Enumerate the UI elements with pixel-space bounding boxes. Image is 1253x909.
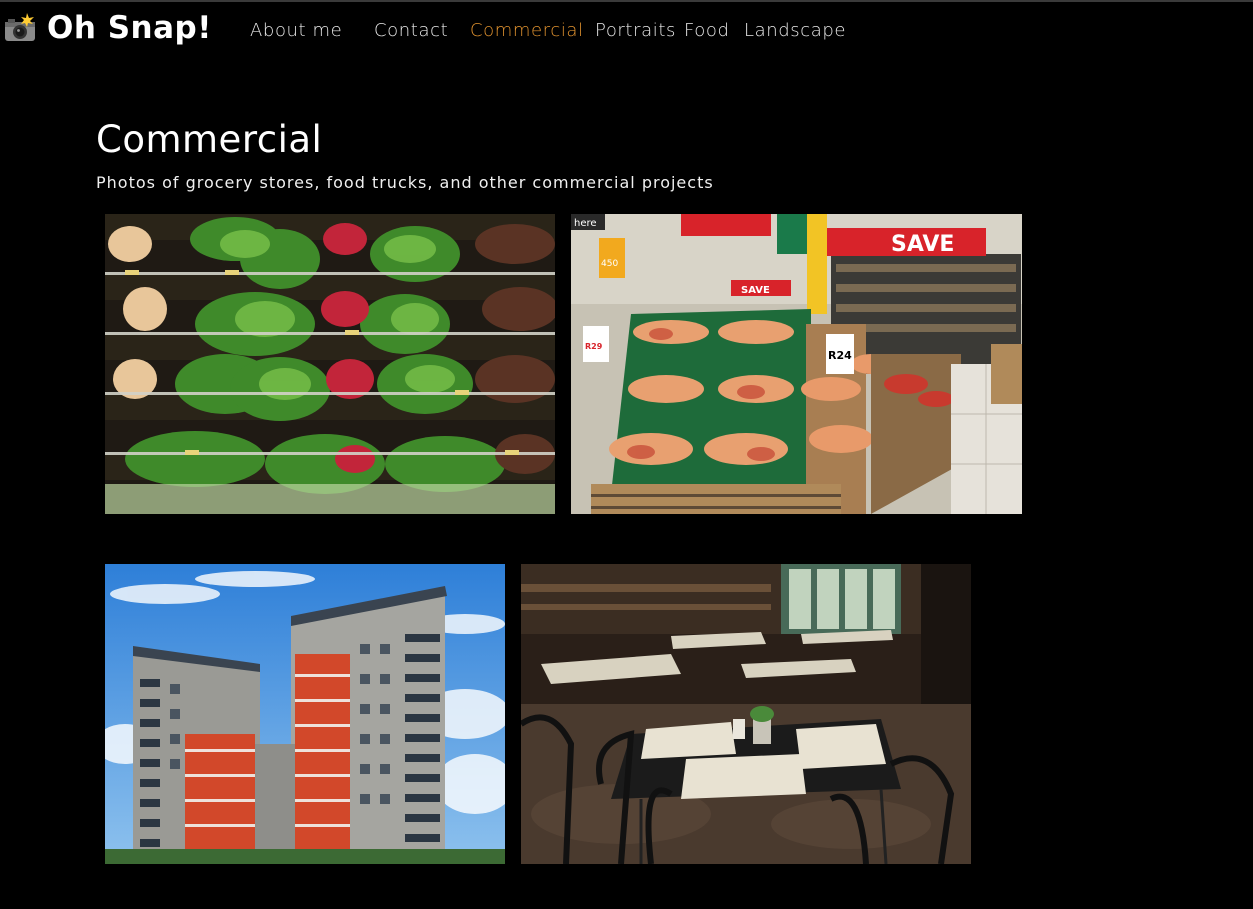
page-title: Commercial — [96, 118, 323, 161]
nav-contact[interactable]: Contact — [374, 20, 448, 41]
site-logo[interactable]: Oh Snap! — [3, 8, 212, 48]
nav-commercial[interactable]: Commercial — [470, 20, 584, 41]
save-sign-large: SAVE — [891, 232, 954, 257]
photo-produce-shelves[interactable] — [105, 214, 555, 514]
nav-food[interactable]: Food — [684, 20, 730, 41]
nav-portraits[interactable]: Portraits — [595, 20, 676, 41]
nav-landscape[interactable]: Landscape — [744, 20, 846, 41]
page-subtitle: Photos of grocery stores, food trucks, a… — [96, 173, 714, 192]
photo-supermarket-fruit[interactable]: SAVE SAVE here 450 R24 R29 — [571, 214, 1022, 514]
price-sign-r24: R24 — [828, 349, 852, 362]
photo-restaurant-interior[interactable] — [521, 564, 971, 864]
top-border — [0, 0, 1253, 2]
camera-flash-icon — [5, 13, 35, 41]
here-sign: here — [574, 218, 597, 229]
nav-about-me[interactable]: About me — [250, 20, 342, 41]
save-sign-small: SAVE — [741, 285, 770, 296]
brand-name: Oh Snap! — [47, 10, 212, 46]
price-sign-r29: R29 — [585, 342, 603, 351]
price-sign-450: 450 — [601, 259, 618, 269]
photo-apartment-building[interactable] — [105, 564, 505, 864]
